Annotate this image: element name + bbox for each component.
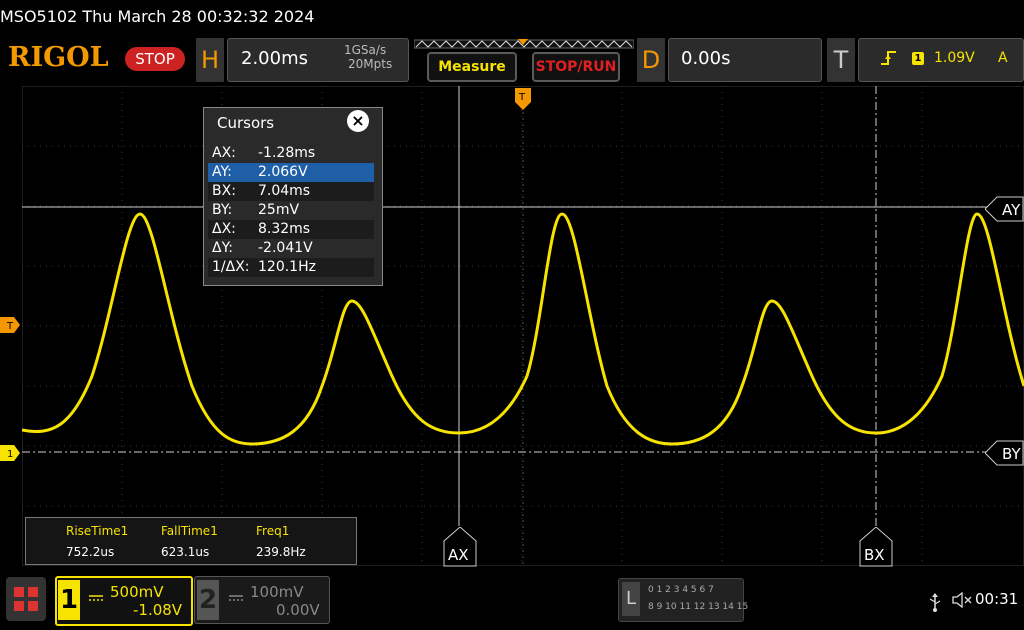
trigger-level-marker-label: T [6, 321, 14, 332]
main-menu-button[interactable] [6, 577, 46, 621]
channel-2-scale: 100mV [250, 583, 304, 601]
cursor-row-dx[interactable]: ΔX: 8.32ms [208, 220, 374, 239]
stop-run-button[interactable]: STOP/RUN [532, 52, 620, 82]
logic-channels-row-2: 8 9 10 11 12 13 14 15 [648, 602, 749, 612]
grid-menu-icon [14, 587, 38, 611]
measurement-value: 752.2us [66, 545, 115, 559]
cursor-row-value: 120.1Hz [258, 259, 316, 275]
cursor-ay-tag[interactable]: AY [985, 196, 1024, 222]
dc-coupling-icon [88, 587, 104, 606]
trigger-mode: A [998, 50, 1008, 66]
speaker-muted-icon[interactable] [951, 590, 973, 614]
system-clock: 00:31 [975, 590, 1019, 608]
device-title: MSO5102 Thu March 28 00:32:32 2024 [0, 7, 315, 26]
horizontal-menu-button[interactable]: H [196, 38, 224, 82]
cursor-by-tag[interactable]: BY [985, 440, 1024, 466]
measurement-label: FallTime1 [161, 524, 218, 538]
cursor-row-key: AY: [212, 164, 232, 180]
cursor-row-ay[interactable]: AY: 2.066V [208, 163, 374, 182]
cursor-ax-label: AX [448, 546, 469, 564]
cursor-row-value: 7.04ms [258, 183, 311, 199]
waveform-display[interactable] [22, 86, 1024, 566]
measurement-label: Freq1 [256, 524, 290, 538]
cursor-row-by[interactable]: BY: 25mV [208, 201, 374, 220]
cursor-row-ax[interactable]: AX: -1.28ms [208, 144, 374, 163]
trigger-level-marker[interactable]: T [0, 317, 22, 333]
measure-button[interactable]: Measure [427, 52, 517, 82]
memory-depth: 20Mpts [348, 57, 393, 71]
cursor-row-value: 2.066V [258, 164, 308, 180]
cursor-row-key: BX: [212, 183, 236, 199]
channel-1-offset: -1.08V [133, 601, 183, 619]
cursor-by-label: BY [1002, 445, 1021, 463]
trigger-position-strip [414, 39, 634, 49]
cursor-ay-label: AY [1002, 201, 1021, 219]
cursor-row-value: -1.28ms [258, 145, 316, 161]
graticule [22, 86, 1024, 566]
cursor-row-key: AX: [212, 145, 236, 161]
measurement-value: 623.1us [161, 545, 210, 559]
cursor-row-key: BY: [212, 202, 233, 218]
cursors-panel-title: Cursors [217, 114, 275, 132]
cursor-row-key: ΔY: [212, 240, 233, 256]
measurement-label: RiseTime1 [66, 524, 129, 538]
trigger-menu-button[interactable]: T [827, 38, 855, 82]
sample-rate: 1GSa/s [344, 43, 387, 57]
channel-2-number: 2 [197, 580, 219, 620]
rigol-logo: RIGOL [8, 42, 109, 73]
cursor-row-bx[interactable]: BX: 7.04ms [208, 182, 374, 201]
run-state-badge[interactable]: STOP [125, 47, 185, 71]
cursor-row-value: -2.041V [258, 240, 313, 256]
cursor-row-value: 25mV [258, 202, 300, 218]
cursor-bx-label: BX [864, 546, 885, 564]
delay-value: 0.00s [681, 48, 731, 69]
cursor-row-inv-dx[interactable]: 1/ΔX: 120.1Hz [208, 258, 374, 277]
cursor-ax-tag[interactable]: AX [443, 527, 477, 567]
cursor-row-value: 8.32ms [258, 221, 311, 237]
trigger-position-marker[interactable]: T [515, 88, 531, 110]
usb-icon [928, 592, 942, 616]
trigger-source-badge: 1 [912, 52, 924, 65]
cursor-row-key: 1/ΔX: [212, 259, 250, 275]
timebase-value: 2.00ms [241, 48, 308, 69]
delay-menu-button[interactable]: D [637, 38, 665, 82]
measurement-value: 239.8Hz [256, 545, 306, 559]
cursor-row-dy[interactable]: ΔY: -2.041V [208, 239, 374, 258]
dc-coupling-icon [228, 587, 244, 606]
channel-1-number: 1 [58, 580, 80, 620]
rising-edge-icon [880, 50, 898, 70]
trigger-position-marker-label: T [518, 92, 526, 103]
logic-channels-row-1: 0 1 2 3 4 5 6 7 [648, 585, 714, 595]
channel-1-scale: 500mV [110, 583, 164, 601]
cursor-bx-tag[interactable]: BX [859, 527, 893, 567]
cursor-row-key: ΔX: [212, 221, 236, 237]
ch1-ground-marker[interactable]: 1 [0, 445, 22, 461]
ch1-ground-marker-label: 1 [7, 449, 13, 460]
close-icon[interactable]: × [347, 110, 369, 132]
logic-analyzer-letter: L [622, 582, 640, 616]
trigger-level: 1.09V [934, 50, 975, 66]
channel-2-offset: 0.00V [276, 601, 320, 619]
